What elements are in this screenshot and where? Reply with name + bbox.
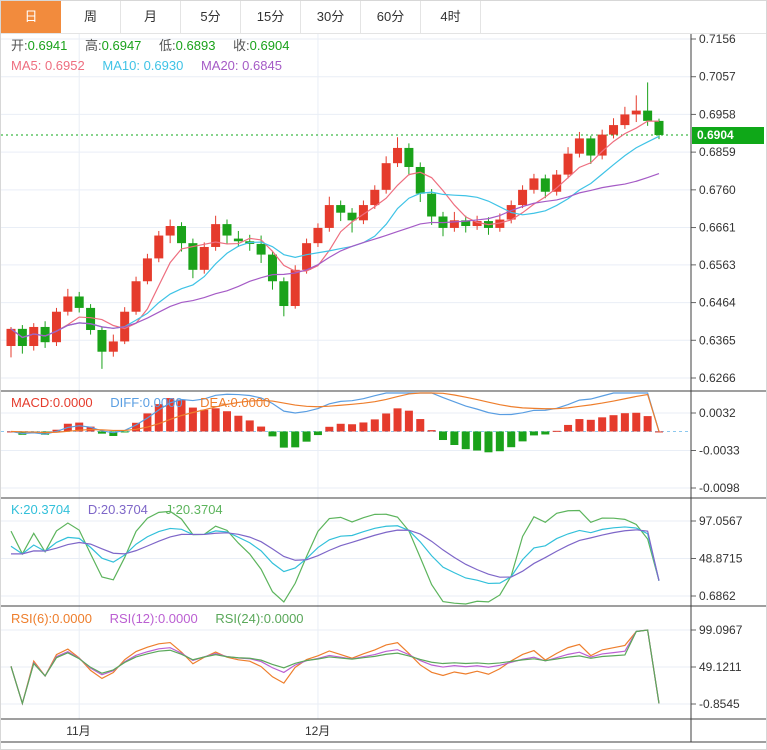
x-axis-label-november: 11月 (66, 722, 90, 739)
j-value: 20.3704 (176, 502, 223, 517)
svg-text:0.6464: 0.6464 (699, 296, 736, 310)
x-axis-label-december: 12月 (305, 722, 330, 739)
d-label: D: (88, 502, 101, 517)
macd-row: MACD:0.0000 DIFF:0.0000 DEA:0.0000 (11, 395, 284, 411)
svg-text:99.0967: 99.0967 (699, 623, 743, 637)
rsi24-label: RSI(24): (215, 611, 263, 626)
svg-text:0.7156: 0.7156 (699, 32, 736, 46)
rsi24-value: 0.0000 (264, 611, 304, 626)
svg-text:0.6266: 0.6266 (699, 371, 736, 385)
svg-text:0.6563: 0.6563 (699, 258, 736, 272)
svg-text:0.6365: 0.6365 (699, 333, 736, 347)
chart-canvas[interactable]: 0.7156 0.7057 0.6958 0.6859 0.6760 0.6661 0.65… (1, 1, 767, 750)
ma20-label: MA20: (201, 58, 239, 73)
tab-15min[interactable]: 15分 (241, 1, 301, 33)
low-label: 低: (159, 38, 176, 53)
k-label: K: (11, 502, 23, 517)
svg-text:49.1211: 49.1211 (699, 660, 742, 674)
k-value: 20.3704 (23, 502, 70, 517)
svg-text:0.6760: 0.6760 (699, 183, 736, 197)
open-value: 0.6941 (28, 38, 68, 53)
tab-30min[interactable]: 30分 (301, 1, 361, 33)
ma10-label: MA10: (102, 58, 140, 73)
svg-text:-0.0033: -0.0033 (699, 444, 740, 458)
rsi6-value: 0.0000 (52, 611, 92, 626)
high-value: 0.6947 (102, 38, 142, 53)
diff-label: DIFF: (110, 395, 143, 410)
rsi12-value: 0.0000 (158, 611, 198, 626)
tab-4hour[interactable]: 4时 (421, 1, 481, 33)
timeframe-toolbar: 日 周 月 5分 15分 30分 60分 4时 (1, 1, 766, 34)
high-label: 高: (85, 38, 102, 53)
j-label: J: (166, 502, 176, 517)
kdj-row: K:20.3704 D:20.3704 J:20.3704 (11, 502, 237, 518)
svg-text:0.6958: 0.6958 (699, 107, 736, 121)
trading-chart-app: 日 周 月 5分 15分 30分 60分 4时 0.7156 0.7057 0.69… (0, 0, 767, 750)
tab-day[interactable]: 日 (1, 1, 61, 33)
tab-week[interactable]: 周 (61, 1, 121, 33)
svg-text:0.6859: 0.6859 (699, 145, 736, 159)
current-price-tag: 0.6904 (692, 127, 764, 144)
rsi6-label: RSI(6): (11, 611, 52, 626)
rsi12-label: RSI(12): (110, 611, 158, 626)
low-value: 0.6893 (176, 38, 216, 53)
ma5-label: MA5: (11, 58, 41, 73)
svg-text:48.8715: 48.8715 (699, 551, 743, 565)
macd-label: MACD: (11, 395, 53, 410)
diff-value: 0.0000 (143, 395, 183, 410)
dea-value: 0.0000 (231, 395, 271, 410)
dea-label: DEA: (200, 395, 230, 410)
ma10-value: 0.6930 (144, 58, 184, 73)
svg-text:0.6862: 0.6862 (699, 589, 736, 603)
svg-text:0.6661: 0.6661 (699, 221, 736, 235)
svg-text:0.7057: 0.7057 (699, 70, 736, 84)
ma-row: MA5: 0.6952 MA10: 0.6930 MA20: 0.6845 (11, 58, 296, 74)
rsi-row: RSI(6):0.0000 RSI(12):0.0000 RSI(24):0.0… (11, 611, 318, 627)
open-label: 开: (11, 38, 28, 53)
tab-month[interactable]: 月 (121, 1, 181, 33)
ohlc-row: 开:0.6941 高:0.6947 低:0.6893 收:0.6904 (11, 38, 303, 54)
svg-text:97.0567: 97.0567 (699, 514, 743, 528)
close-value: 0.6904 (250, 38, 290, 53)
ma5-value: 0.6952 (45, 58, 85, 73)
close-label: 收: (233, 38, 250, 53)
tab-5min[interactable]: 5分 (181, 1, 241, 33)
svg-text:-0.8545: -0.8545 (699, 697, 740, 711)
d-value: 20.3704 (101, 502, 148, 517)
tab-60min[interactable]: 60分 (361, 1, 421, 33)
svg-text:-0.0098: -0.0098 (699, 481, 740, 495)
macd-value: 0.0000 (53, 395, 93, 410)
svg-text:0.0032: 0.0032 (699, 406, 736, 420)
ma20-value: 0.6845 (242, 58, 282, 73)
